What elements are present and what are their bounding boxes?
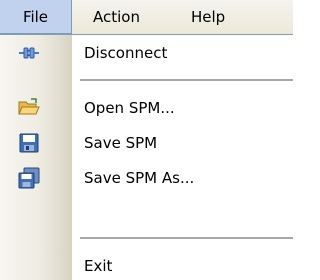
- menu-item-exit-label: Exit: [84, 257, 113, 275]
- floppy-disk-icon: [18, 132, 40, 154]
- menu-file[interactable]: File: [0, 0, 72, 34]
- open-folder-icon: [18, 97, 40, 119]
- menu-item-open-spm[interactable]: Open SPM...: [0, 90, 293, 126]
- menu-item-exit[interactable]: Exit: [0, 248, 293, 280]
- menu-item-save-spm-as-label: Save SPM As...: [84, 169, 195, 187]
- menu-item-save-spm[interactable]: Save SPM: [0, 125, 293, 161]
- file-dropdown-menu: Disconnect Open SPM... Save SPM Save SPM…: [0, 34, 293, 280]
- application-window: File Action Help Disconnect Open SPM... …: [0, 0, 293, 280]
- menu-item-disconnect-label: Disconnect: [84, 44, 168, 62]
- stacked-floppy-disks-icon: [18, 167, 40, 189]
- menu-separator: [80, 237, 293, 239]
- menu-action[interactable]: Action: [93, 0, 163, 34]
- menu-item-open-spm-label: Open SPM...: [84, 99, 175, 117]
- menu-item-save-spm-as[interactable]: Save SPM As...: [0, 160, 293, 196]
- menu-separator: [80, 79, 293, 81]
- menu-help[interactable]: Help: [191, 0, 241, 34]
- menu-bar: File Action Help: [0, 0, 293, 34]
- menu-item-save-spm-label: Save SPM: [84, 134, 158, 152]
- menu-item-disconnect[interactable]: Disconnect: [0, 35, 293, 71]
- plug-disconnect-icon: [18, 42, 40, 64]
